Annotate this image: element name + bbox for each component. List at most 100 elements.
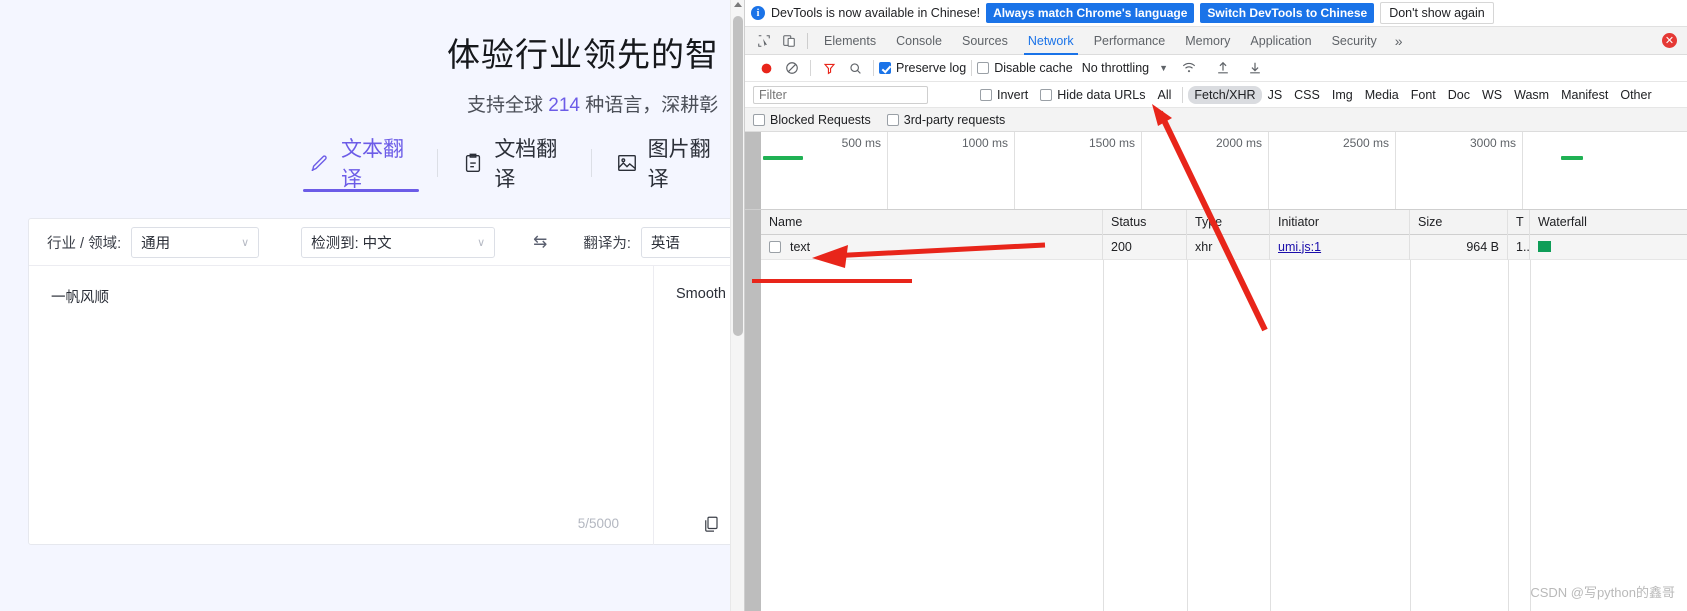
switch-to-chinese-button[interactable]: Switch DevTools to Chinese	[1200, 3, 1375, 23]
tab-image-translation[interactable]: 图片翻译	[592, 138, 744, 191]
page-title: 体验行业领先的智	[447, 36, 719, 73]
timeline-cell: 2000 ms	[1142, 132, 1269, 209]
cell-time: 1..	[1508, 234, 1530, 260]
column-header-status[interactable]: Status	[1103, 209, 1187, 235]
blocked-requests-checkbox[interactable]: Blocked Requests	[753, 113, 871, 127]
blocked-requests-label: Blocked Requests	[770, 112, 871, 127]
column-header-type[interactable]: Type	[1187, 209, 1270, 235]
inspect-element-icon[interactable]	[751, 29, 776, 53]
tab-document-translation[interactable]: 文档翻译	[438, 138, 590, 191]
search-icon[interactable]	[842, 55, 868, 81]
filter-type-js[interactable]: JS	[1262, 86, 1289, 104]
network-conditions-icon[interactable]	[1176, 55, 1202, 81]
preserve-log-checkbox-box	[879, 62, 891, 74]
controls-separator	[873, 60, 874, 76]
filter-type-fetch-xhr[interactable]: Fetch/XHR	[1188, 85, 1262, 104]
tab-console[interactable]: Console	[886, 27, 952, 55]
network-controls-row: Preserve log Disable cache No throttling…	[745, 55, 1687, 82]
tab-elements[interactable]: Elements	[814, 27, 886, 55]
filter-type-wasm[interactable]: Wasm	[1508, 86, 1555, 104]
tab-network[interactable]: Network	[1018, 27, 1084, 55]
column-header-name[interactable]: Name	[761, 209, 1103, 235]
table-header-row: Name Status Type Initiator Size T Waterf…	[761, 209, 1687, 235]
invert-checkbox-box	[980, 88, 992, 101]
record-stop-icon[interactable]	[753, 55, 779, 81]
filter-type-media[interactable]: Media	[1359, 86, 1405, 104]
scroll-up-arrow-icon[interactable]	[734, 2, 742, 7]
page-scrollbar[interactable]	[730, 0, 744, 611]
column-header-time[interactable]: T	[1508, 209, 1530, 235]
source-language-select[interactable]: 检测到: 中文 ∨	[301, 226, 496, 258]
filter-type-doc[interactable]: Doc	[1442, 86, 1476, 104]
timeline-request-bar	[1561, 156, 1583, 160]
cell-size: 964 B	[1410, 234, 1508, 260]
network-timeline-overview[interactable]: 500 ms 1000 ms 1500 ms 2000 ms 2500 ms 3…	[745, 132, 1687, 210]
filter-type-ws[interactable]: WS	[1476, 86, 1508, 104]
device-toolbar-icon[interactable]	[776, 29, 801, 53]
filter-type-manifest[interactable]: Manifest	[1555, 86, 1614, 104]
timeline-gutter	[745, 132, 761, 209]
filter-type-css[interactable]: CSS	[1288, 86, 1326, 104]
dont-show-again-button[interactable]: Don't show again	[1380, 2, 1494, 24]
timeline-cell: 1000 ms	[888, 132, 1015, 209]
always-match-language-button[interactable]: Always match Chrome's language	[986, 3, 1195, 23]
disable-cache-checkbox[interactable]: Disable cache	[977, 61, 1073, 75]
network-request-table: Name Status Type Initiator Size T Waterf…	[745, 209, 1687, 611]
timeline-tick-label: 2500 ms	[1342, 136, 1389, 150]
filter-separator	[1182, 86, 1184, 103]
third-party-requests-checkbox[interactable]: 3rd-party requests	[886, 112, 1006, 127]
source-text-editor[interactable]: 一帆风顺 5/5000	[29, 266, 654, 545]
cell-name[interactable]: text	[761, 234, 1103, 260]
tab-security[interactable]: Security	[1322, 27, 1387, 55]
page-subtitle: 支持全球 214 种语言，深耕彰	[467, 90, 718, 117]
timeline-cell: 2500 ms	[1269, 132, 1396, 209]
subtitle-prefix: 支持全球	[467, 95, 549, 116]
domain-label: 行业 / 领域:	[47, 235, 122, 252]
filter-funnel-icon[interactable]	[816, 55, 842, 81]
clear-network-log-icon[interactable]	[779, 55, 805, 81]
tab-performance[interactable]: Performance	[1084, 27, 1176, 55]
import-har-icon[interactable]	[1210, 55, 1236, 81]
throttling-select[interactable]: No throttling	[1082, 61, 1149, 75]
cell-waterfall	[1530, 235, 1687, 260]
column-header-size[interactable]: Size	[1410, 209, 1508, 235]
devtools-language-banner: i DevTools is now available in Chinese! …	[745, 0, 1687, 27]
target-language-select[interactable]: 英语	[640, 226, 744, 258]
table-row[interactable]: text 200 xhr umi.js:1 964 B 1..	[761, 234, 1687, 260]
controls-separator	[810, 60, 811, 76]
third-party-requests-label: 3rd-party requests	[903, 112, 1006, 127]
domain-select[interactable]: 通用 ∨	[131, 226, 260, 258]
translation-panel: 行业 / 领域: 通用 ∨ 检测到: 中文 ∨ ⇆ 翻译为: 英语 一帆风顺 5…	[28, 218, 744, 545]
column-header-waterfall[interactable]: Waterfall	[1530, 210, 1687, 235]
scrollbar-thumb[interactable]	[733, 16, 743, 336]
tabbar-separator	[807, 32, 808, 49]
tab-sources[interactable]: Sources	[952, 27, 1018, 55]
preserve-log-label: Preserve log	[896, 61, 967, 75]
tab-text-translation[interactable]: 文本翻译	[285, 138, 437, 192]
timeline-cell: 3000 ms	[1396, 132, 1523, 209]
chevron-double-right-icon[interactable]: »	[1387, 33, 1411, 49]
filter-type-other[interactable]: Other	[1614, 86, 1657, 104]
error-count-badge[interactable]: ✕	[1662, 33, 1677, 48]
initiator-link[interactable]: umi.js:1	[1278, 240, 1321, 254]
preserve-log-checkbox[interactable]: Preserve log	[879, 61, 966, 75]
filter-type-all[interactable]: All	[1152, 86, 1178, 104]
timeline-cell: 500 ms	[761, 132, 888, 209]
filter-input[interactable]	[753, 85, 928, 104]
request-checkbox[interactable]	[769, 241, 781, 253]
tab-active-underline	[303, 189, 420, 192]
copy-icon[interactable]	[702, 515, 720, 533]
filter-type-img[interactable]: Img	[1326, 86, 1359, 104]
filter-type-font[interactable]: Font	[1405, 86, 1442, 104]
invert-label: Invert	[997, 87, 1029, 102]
column-header-initiator[interactable]: Initiator	[1270, 209, 1410, 235]
invert-checkbox[interactable]: Invert	[980, 88, 1028, 102]
export-har-icon[interactable]	[1242, 55, 1268, 81]
info-icon: i	[751, 6, 765, 20]
tab-application[interactable]: Application	[1240, 27, 1321, 55]
swap-icon[interactable]: ⇆	[533, 232, 547, 252]
chevron-down-icon[interactable]: ▼	[1159, 63, 1168, 73]
tab-memory[interactable]: Memory	[1175, 27, 1240, 55]
cell-name-text: text	[790, 239, 811, 254]
hide-data-urls-checkbox[interactable]: Hide data URLs	[1040, 88, 1146, 102]
